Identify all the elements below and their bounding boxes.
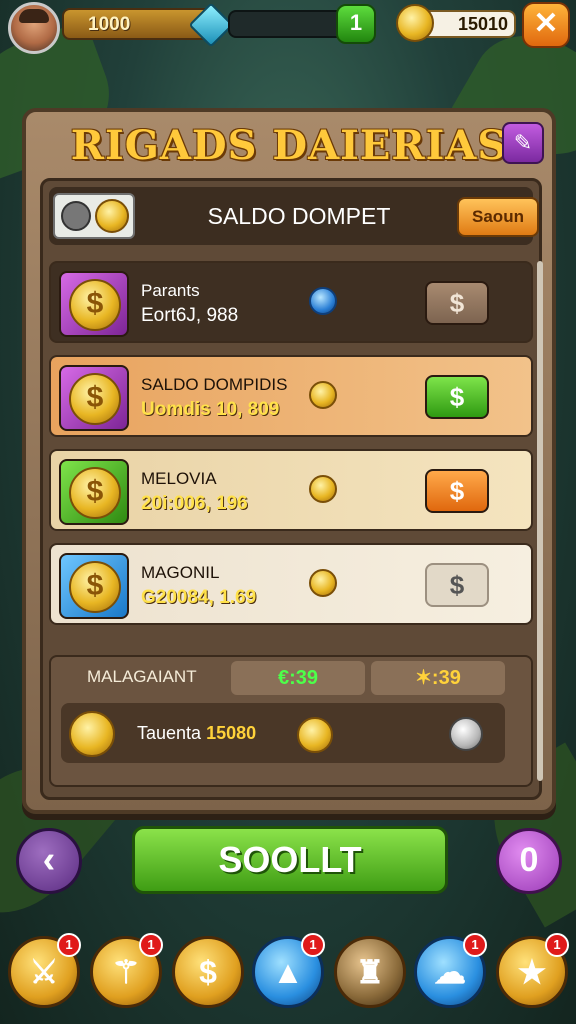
coin-icon: $ (199, 954, 217, 990)
player-avatar[interactable] (8, 2, 60, 54)
scrollbar[interactable] (537, 261, 543, 781)
nav-sword-button[interactable]: ⚔ 1 (8, 933, 81, 1008)
summary-label: MALAGAIANT (87, 667, 197, 686)
arrow-up-icon: ▲ (272, 954, 304, 990)
list-item[interactable]: $ Parants Eort6J, 988 $ (49, 261, 533, 343)
silver-coin-icon (449, 717, 483, 751)
list-item[interactable]: $ MELOVIA 20i:006, 196 $ (49, 449, 533, 531)
item-name: MELOVIA (141, 469, 217, 488)
nav-ghost-button[interactable]: ☁ 1 (414, 933, 487, 1008)
top-bar: 1000 0 1 15010 ✕ (0, 0, 576, 54)
nav-hero-button[interactable]: ♜ (334, 936, 406, 1008)
panel-title: RIGADS DAIERIAS (70, 122, 508, 169)
coin-icon: $ (59, 271, 129, 337)
nav-letter-button[interactable]: ⚚ 1 (90, 933, 163, 1008)
wallet-header: SALDO DOMPET Saoun (49, 187, 539, 245)
submit-button[interactable]: SOOLLT (132, 826, 448, 894)
wallet-panel: RIGADS DAIERIAS ✎ SALDO DOMPET Saoun $ P… (22, 108, 556, 814)
notification-badge: 1 (545, 933, 569, 957)
notification-badge: 1 (57, 933, 81, 957)
nav-coin-button[interactable]: $ (172, 936, 244, 1008)
panel-content: SALDO DOMPET Saoun $ Parants Eort6J, 988… (40, 178, 543, 800)
nav-star-button[interactable]: ★ 1 (496, 933, 569, 1008)
coin-value: 15010 (457, 14, 508, 34)
xp-value: 1000 (88, 14, 131, 35)
bottom-nav: ⚔ 1 ⚚ 1 $ ▲ 1 ♜ ☁ 1 ★ 1 (0, 930, 576, 1024)
header-action-button[interactable]: Saoun (457, 197, 539, 237)
total-text: Tauenta 15080 (137, 723, 256, 744)
item-value: Eort6J, 988 (141, 305, 239, 326)
total-value: 15080 (206, 723, 257, 743)
back-button[interactable]: ‹ (16, 828, 82, 894)
coin-icon: $ (59, 365, 129, 431)
coin-icon: $ (59, 459, 129, 525)
info-button[interactable]: 0 (496, 828, 562, 894)
coin-icon (309, 475, 337, 503)
gem-icon (309, 287, 337, 315)
item-value: G20084, 1.69 (141, 587, 257, 608)
green-reward: €:39 (231, 661, 365, 695)
item-name: MAGONIL (141, 563, 220, 582)
summary-header: MALAGAIANT €:39 ✶:39 (51, 657, 531, 697)
total-label: Tauenta (137, 723, 202, 743)
staff-icon: ⚚ (111, 954, 141, 990)
item-name: SALDO DOMPIDIS (141, 375, 288, 394)
item-name: Parants (141, 281, 200, 300)
item-value: 20i:006, 196 (141, 493, 248, 514)
star-icon: ★ (517, 954, 547, 990)
nav-upgrade-button[interactable]: ▲ 1 (252, 933, 325, 1008)
total-row: Tauenta 15080 (61, 703, 505, 763)
coin-icon (396, 4, 434, 42)
coin-icon (297, 717, 333, 753)
buy-button[interactable]: $ (425, 281, 489, 325)
list-item[interactable]: $ MAGONIL G20084, 1.69 $ (49, 543, 533, 625)
notification-badge: 1 (301, 933, 325, 957)
sword-icon: ⚔ (29, 954, 59, 990)
edit-button[interactable]: ✎ (502, 122, 544, 164)
gold-reward: ✶:39 (371, 661, 505, 695)
summary-box: MALAGAIANT €:39 ✶:39 Tauenta 15080 (49, 655, 533, 787)
buy-button[interactable]: $ (425, 563, 489, 607)
gem-icon[interactable] (188, 2, 234, 48)
list-item[interactable]: $ SALDO DOMPIDIS Uomdis 10, 809 $ (49, 355, 533, 437)
close-button[interactable]: ✕ (522, 2, 570, 48)
coin-icon: $ (59, 553, 129, 619)
level-badge[interactable]: 1 (336, 4, 376, 44)
buy-button[interactable]: $ (425, 469, 489, 513)
notification-badge: 1 (463, 933, 487, 957)
coin-icon (309, 381, 337, 409)
wallet-icon (53, 193, 135, 239)
coin-icon (69, 711, 115, 757)
buy-button[interactable]: $ (425, 375, 489, 419)
item-value: Uomdis 10, 809 (141, 399, 280, 420)
hero-icon: ♜ (355, 954, 385, 990)
notification-badge: 1 (139, 933, 163, 957)
wallet-header-title: SALDO DOMPET (207, 203, 391, 229)
coin-icon (309, 569, 337, 597)
ghost-icon: ☁ (434, 954, 466, 990)
